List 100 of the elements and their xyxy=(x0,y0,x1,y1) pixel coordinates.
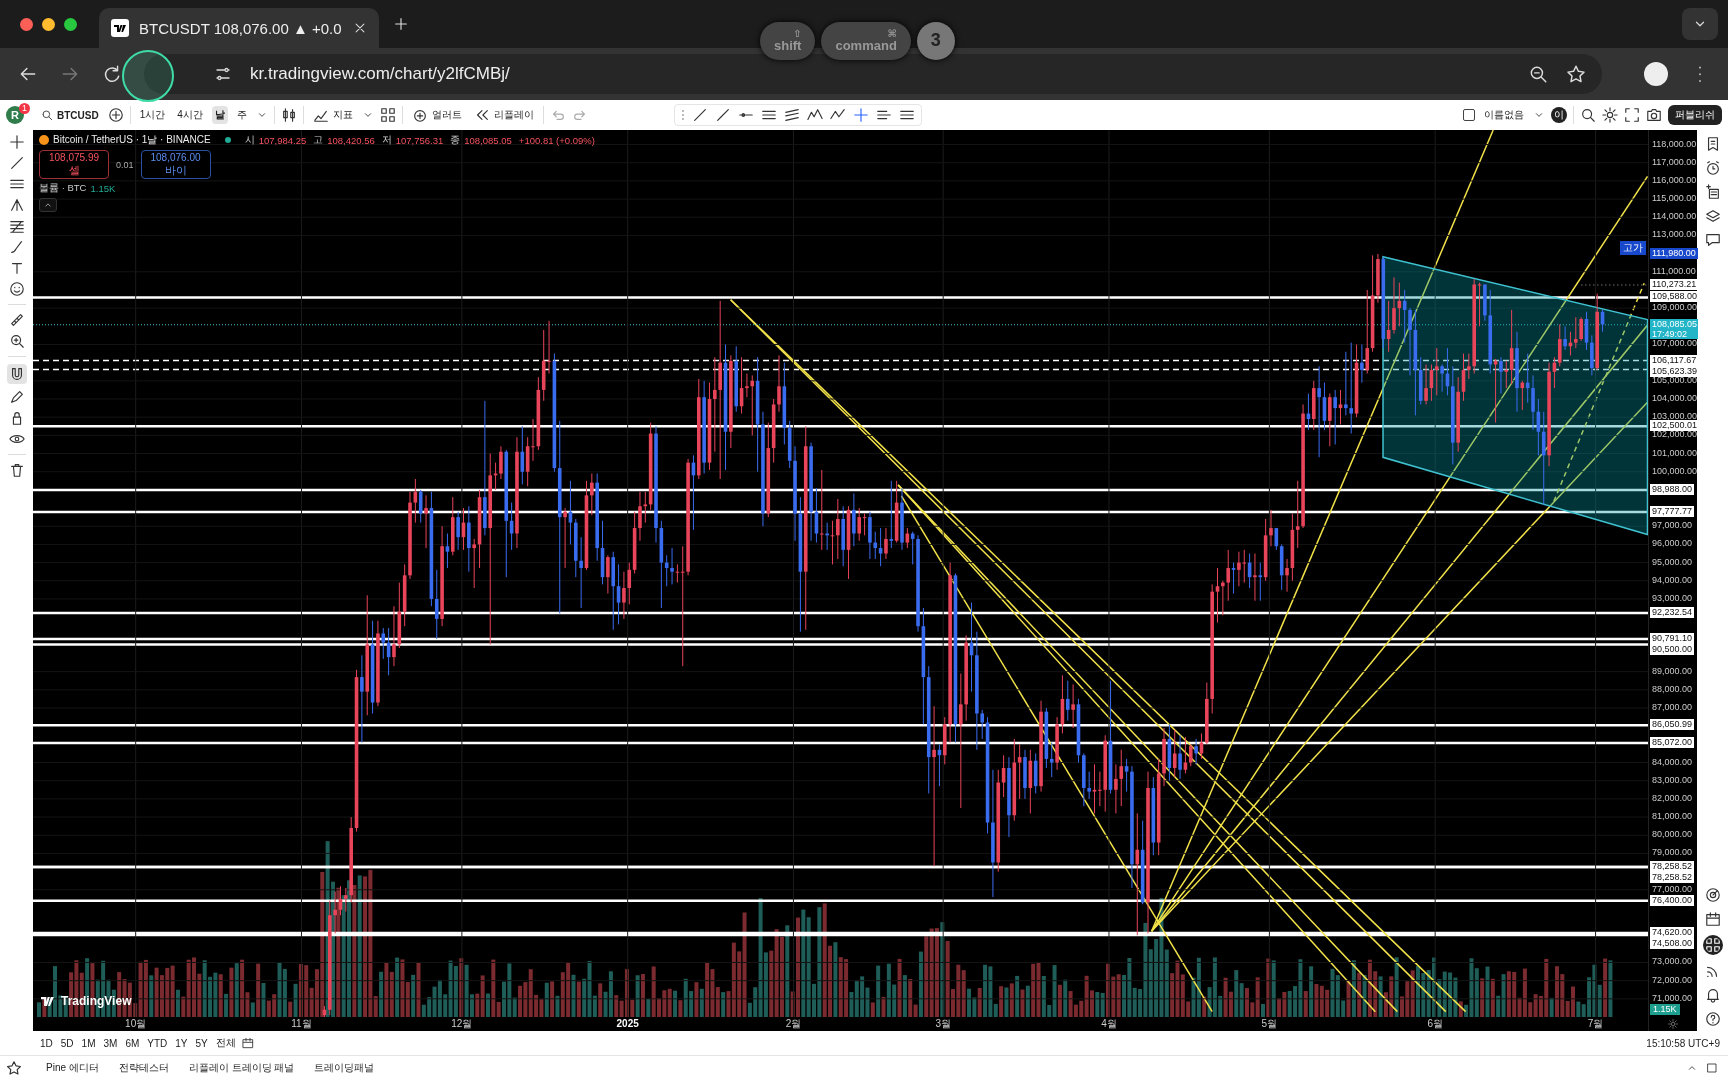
level-price-label: 74,508.00 xyxy=(1650,938,1695,949)
user-avatar[interactable]: 이 xyxy=(1551,107,1567,123)
time-axis-label: 7월 xyxy=(1586,1017,1605,1031)
browser-tab[interactable]: BTCUSDT 108,076.00 ▲ +0.0 xyxy=(99,8,379,48)
level-price-label: 90,500.00 xyxy=(1650,644,1695,656)
range-button[interactable]: YTD xyxy=(145,1036,170,1050)
symbol-search-button[interactable]: BTCUSD xyxy=(38,107,102,123)
price-tick: 102,000.00 xyxy=(1651,429,1699,441)
interval-button[interactable]: 4시간 xyxy=(174,106,206,124)
time-axis-label: 2025 xyxy=(615,1017,640,1031)
keystroke-badge: 3 xyxy=(916,22,955,60)
publish-button[interactable]: 퍼블리쉬 xyxy=(1668,105,1722,125)
replay-button[interactable]: 리플레이 xyxy=(470,105,537,125)
panel-tab[interactable]: 트레이딩패널 xyxy=(308,1060,381,1076)
high-price-label: 111,980.00 xyxy=(1650,247,1698,259)
price-tick: 71,000.00 xyxy=(1651,992,1694,1004)
time-axis-label: 12월 xyxy=(450,1017,474,1031)
time-axis-label: 5월 xyxy=(1260,1017,1279,1031)
price-tick: 96,000.00 xyxy=(1651,538,1694,550)
level-price-label: 92,232.54 xyxy=(1650,606,1695,618)
high-price-tag: 고가 xyxy=(1620,240,1646,255)
panel-tab[interactable]: Pine 에디터 xyxy=(40,1060,105,1076)
price-tick: 117,000.00 xyxy=(1651,156,1698,168)
ohlc-label: 고 xyxy=(313,133,324,147)
level-price-label: 98,988.00 xyxy=(1650,484,1695,496)
layout-name-button[interactable]: 이름없음 xyxy=(1481,106,1527,124)
buy-button[interactable]: 108,076.00 바이 xyxy=(140,150,211,180)
price-tick: 87,000.00 xyxy=(1651,702,1694,713)
price-tick: 118,000.00 xyxy=(1651,138,1698,150)
level-price-label: 106,117.67 xyxy=(1650,354,1699,366)
price-tick: 81,000.00 xyxy=(1651,811,1694,823)
tab-title: BTCUSDT 108,076.00 ▲ +0.0 xyxy=(139,19,343,37)
price-tick: 89,000.00 xyxy=(1651,665,1694,677)
range-button[interactable]: 1D xyxy=(38,1036,55,1050)
level-price-label: 97,777.77 xyxy=(1650,506,1695,518)
price-tick: 101,000.00 xyxy=(1651,447,1699,459)
keystroke-badge: ⇧ shift xyxy=(760,22,816,60)
ohlc-label: 저 xyxy=(381,133,392,147)
price-tick: 107,000.00 xyxy=(1651,338,1699,350)
price-tick: 82,000.00 xyxy=(1651,792,1694,804)
range-button[interactable]: 1M xyxy=(79,1036,98,1050)
volume-value: 1.15K xyxy=(90,183,116,195)
price-tick: 73,000.00 xyxy=(1651,956,1694,968)
range-button[interactable]: 1Y xyxy=(173,1036,190,1050)
alert-button[interactable]: 얼러트 xyxy=(408,105,465,125)
price-tick: 79,000.00 xyxy=(1651,847,1694,859)
sell-button[interactable]: 108,075.99 셀 xyxy=(39,150,109,180)
ohlc-value: 108,420.56 xyxy=(327,134,375,146)
price-tick: 77,000.00 xyxy=(1651,883,1694,895)
level-price-label: 76,400.00 xyxy=(1650,894,1695,906)
range-button[interactable]: 5D xyxy=(58,1036,76,1050)
price-tick: 84,000.00 xyxy=(1651,756,1694,768)
range-button[interactable]: 5Y xyxy=(193,1036,210,1050)
address-bar[interactable]: kr.tradingview.com/chart/y2lfCMBj/ xyxy=(144,54,1602,94)
volume-tag: 1.15K xyxy=(1650,1004,1680,1015)
level-price-label: 109,588.00 xyxy=(1650,291,1700,303)
range-button[interactable]: 전체 xyxy=(213,1035,238,1051)
ohlc-value: 107,984.25 xyxy=(258,134,307,146)
level-price-label: 105,623.39 xyxy=(1650,365,1700,377)
price-tick: 72,000.00 xyxy=(1651,974,1694,986)
notification-badge: 1 xyxy=(19,103,30,114)
level-price-label: 90,791.10 xyxy=(1650,633,1695,645)
ohlc-value: 108,085.05 xyxy=(464,134,512,146)
price-tick: 111,000.00 xyxy=(1651,265,1697,277)
last-price-label: 108,085.05 17:49:02 xyxy=(1650,318,1698,339)
time-axis-label: 4월 xyxy=(1100,1017,1118,1031)
range-button[interactable]: 6M xyxy=(123,1036,142,1050)
price-tick: 88,000.00 xyxy=(1651,683,1694,695)
time-axis-label: 6월 xyxy=(1426,1017,1444,1031)
level-price-label: 102,500.01 xyxy=(1650,420,1700,432)
level-price-label: 85,072.00 xyxy=(1650,737,1695,749)
level-price-label: 78,258.52 xyxy=(1650,860,1695,872)
price-tick: 100,000.00 xyxy=(1651,465,1699,477)
symbol-title: Bitcoin / TetherUS · 1날 · BINANCE xyxy=(53,133,211,147)
interval-button[interactable]: 1시간 xyxy=(136,106,169,124)
price-tick: 115,000.00 xyxy=(1651,193,1698,205)
time-axis-label: 3월 xyxy=(934,1017,952,1031)
price-tick: 103,000.00 xyxy=(1651,411,1699,422)
ohlc-label: 시 xyxy=(244,133,255,147)
range-button[interactable]: 3M xyxy=(101,1036,120,1050)
keystroke-badge: ⌘ command xyxy=(821,22,911,60)
price-tick: 114,000.00 xyxy=(1651,211,1698,223)
time-axis-label: 2월 xyxy=(784,1017,803,1031)
price-tick: 93,000.00 xyxy=(1651,592,1694,604)
price-tick: 83,000.00 xyxy=(1651,774,1694,786)
price-tick: 105,000.00 xyxy=(1651,374,1699,386)
price-tick: 109,000.00 xyxy=(1651,302,1699,314)
ohlc-label: 종 xyxy=(450,133,461,147)
interval-button[interactable]: 주 xyxy=(233,106,250,124)
indicators-button[interactable]: 지표 xyxy=(309,105,356,125)
level-price-label: 74,620.00 xyxy=(1650,927,1695,938)
price-tick: 80,000.00 xyxy=(1651,829,1694,841)
panel-tab[interactable]: 리플레이 트레이딩 패널 xyxy=(182,1060,301,1076)
url-text: kr.tradingview.com/chart/y2lfCMBj/ xyxy=(250,64,510,84)
time-axis-label: 11월 xyxy=(290,1017,313,1031)
time-axis-label: 10월 xyxy=(124,1017,148,1031)
interval-button[interactable]: 날 xyxy=(211,106,228,124)
price-change: +100.81 (+0.09%) xyxy=(518,134,595,146)
price-tick: 113,000.00 xyxy=(1651,229,1698,241)
panel-tab[interactable]: 전략테스터 xyxy=(112,1060,175,1076)
